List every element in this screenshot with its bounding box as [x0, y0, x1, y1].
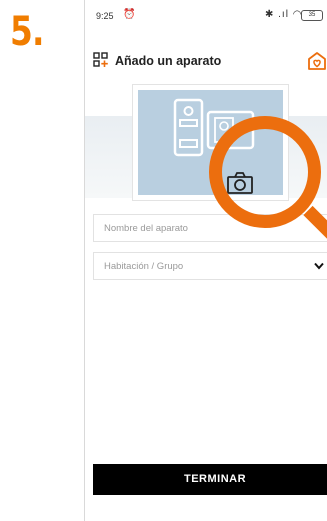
app-header: Añado un aparato	[85, 48, 327, 76]
battery-icon: 35	[301, 10, 323, 21]
status-time: 9:25	[96, 11, 114, 21]
room-group-placeholder: Habitación / Grupo	[104, 261, 184, 272]
magnifier-ring	[209, 116, 321, 228]
finish-button[interactable]: TERMINAR	[93, 464, 327, 495]
phone-screen: 9:25 ⏰ ✱ .ıl ◠ 35 Añado un aparato Nombr…	[84, 0, 327, 521]
device-name-placeholder: Nombre del aparato	[104, 223, 188, 234]
signal-icons: ✱ .ıl ◠	[265, 9, 303, 20]
page-title: Añado un aparato	[115, 54, 222, 68]
chevron-down-icon	[314, 262, 324, 270]
add-device-icon	[93, 52, 108, 67]
step-number: 5.	[10, 9, 44, 55]
home-icon[interactable]	[306, 50, 327, 72]
room-group-select[interactable]: Habitación / Grupo	[93, 252, 327, 280]
alarm-icon: ⏰	[123, 9, 136, 20]
status-bar: 9:25 ⏰ ✱ .ıl ◠ 35	[85, 0, 327, 34]
